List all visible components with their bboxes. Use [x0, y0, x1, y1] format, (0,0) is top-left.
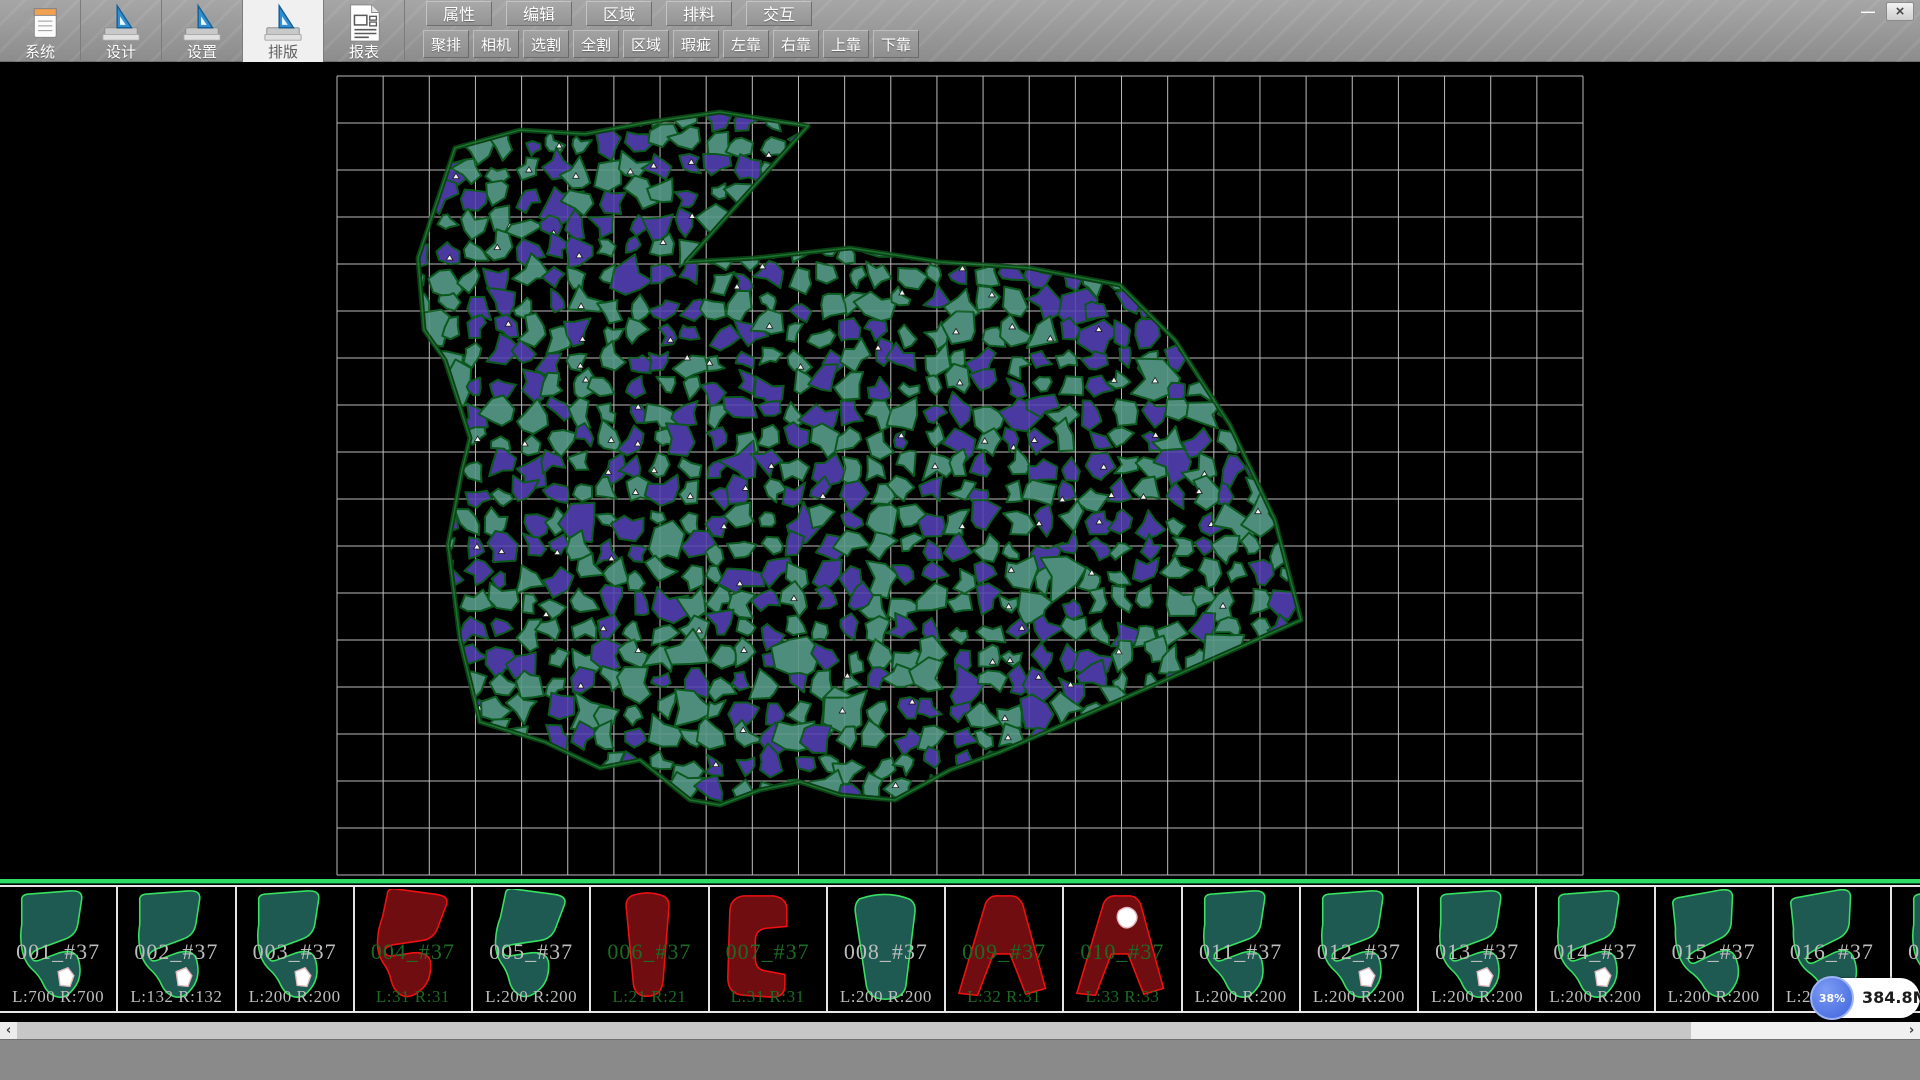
app-button-4[interactable]: 排版	[243, 0, 324, 62]
menu-tab-2[interactable]: 编辑	[506, 1, 572, 26]
menu-tabs: 属性编辑区域排料交互	[426, 1, 812, 26]
action-button-4[interactable]: 全割	[573, 30, 619, 58]
piece-thumbnail-014_#37[interactable]: 014_#37 L:200 R:200	[1537, 887, 1655, 1011]
piece-counts-label: L:200 R:200	[1656, 987, 1772, 1007]
toolbar: 系统 设计 设置 排版 报表 属性编辑区域排料交互 聚排相机选割全割区域瑕疵左靠…	[0, 0, 1920, 62]
menu-tab-1[interactable]: 属性	[426, 1, 492, 26]
system-icon	[19, 2, 61, 44]
app-launcher-bar: 系统 设计 设置 排版 报表	[0, 0, 405, 62]
app-button-label: 排版	[243, 44, 323, 60]
piece-id-label: 006_#37	[591, 939, 707, 965]
close-button[interactable]: ×	[1886, 2, 1914, 21]
piece-id-label: 001_#37	[0, 939, 116, 965]
piece-counts-label: L:31 R:31	[710, 987, 826, 1007]
piece-counts-label: L:200 R:200	[237, 987, 353, 1007]
piece-counts-label: L:700 R:700	[0, 987, 116, 1007]
app-button-2[interactable]: 设计	[81, 0, 162, 62]
piece-id-label: 016_#37	[1774, 939, 1890, 965]
piece-id-label: 007_#37	[710, 939, 826, 965]
action-button-10[interactable]: 下靠	[873, 30, 919, 58]
piece-thumbnail-005_#37[interactable]: 005_#37 L:200 R:200	[473, 887, 591, 1011]
horizontal-scrollbar[interactable]: ‹ ›	[0, 1022, 1920, 1039]
scroll-right-button[interactable]: ›	[1903, 1022, 1920, 1039]
piece-id-label: 003_#37	[237, 939, 353, 965]
report-icon	[343, 2, 385, 44]
action-buttons: 聚排相机选割全割区域瑕疵左靠右靠上靠下靠	[423, 30, 919, 58]
piece-counts-label: L:200 R:200	[1537, 987, 1653, 1007]
memory-value: 384.8M	[1862, 978, 1918, 1018]
menu-tab-4[interactable]: 排料	[666, 1, 732, 26]
strip-separator	[0, 879, 1920, 883]
piece-thumbnail-007_#37[interactable]: 007_#37 L:31 R:31	[710, 887, 828, 1011]
piece-id-label: 002_#37	[118, 939, 234, 965]
piece-thumbnail-013_#37[interactable]: 013_#37 L:200 R:200	[1419, 887, 1537, 1011]
piece-counts-label: L:31 R:31	[355, 987, 471, 1007]
piece-id-label: 015_#37	[1656, 939, 1772, 965]
progress-circle: 38%	[1810, 976, 1854, 1020]
piece-thumbnail-015_#37[interactable]: 015_#37 L:200 R:200	[1656, 887, 1774, 1011]
minimize-button[interactable]: —	[1854, 2, 1882, 21]
piece-counts-label: L:200 R:200	[1419, 987, 1535, 1007]
layout-icon	[262, 2, 304, 44]
application-window: 系统 设计 设置 排版 报表 属性编辑区域排料交互 聚排相机选割全割区域瑕疵左靠…	[0, 0, 1920, 1080]
piece-thumbnail-004_#37[interactable]: 004_#37 L:31 R:31	[355, 887, 473, 1011]
piece-thumbnail-003_#37[interactable]: 003_#37 L:200 R:200	[237, 887, 355, 1011]
app-button-5[interactable]: 报表	[324, 0, 405, 62]
action-button-2[interactable]: 相机	[473, 30, 519, 58]
piece-id-label: 014_#37	[1537, 939, 1653, 965]
window-controls: — ×	[1854, 2, 1914, 21]
app-button-label: 设置	[162, 44, 242, 60]
action-button-1[interactable]: 聚排	[423, 30, 469, 58]
app-button-label: 设计	[81, 44, 161, 60]
app-button-3[interactable]: 设置	[162, 0, 243, 62]
design-icon	[100, 2, 142, 44]
action-button-8[interactable]: 右靠	[773, 30, 819, 58]
action-button-6[interactable]: 瑕疵	[673, 30, 719, 58]
piece-thumbnail-001_#37[interactable]: 001_#37 L:700 R:700	[0, 887, 118, 1011]
piece-thumbnail-006_#37[interactable]: 006_#37 L:21 R:21	[591, 887, 709, 1011]
nesting-canvas-svg[interactable]	[0, 62, 1920, 880]
piece-thumbnail-009_#37[interactable]: 009_#37 L:32 R:31	[946, 887, 1064, 1011]
piece-counts-label: L:33 R:33	[1064, 987, 1180, 1007]
app-button-1[interactable]: 系统	[0, 0, 81, 62]
piece-counts-label: L:200 R:200	[828, 987, 944, 1007]
menu-tab-3[interactable]: 区域	[586, 1, 652, 26]
piece-id-label: 011_#37	[1183, 939, 1299, 965]
app-button-label: 系统	[0, 44, 80, 60]
piece-id-label: 004_#37	[355, 939, 471, 965]
piece-thumbnail-002_#37[interactable]: 002_#37 L:132 R:132	[118, 887, 236, 1011]
piece-counts-label: L:200 R:200	[1301, 987, 1417, 1007]
action-button-3[interactable]: 选割	[523, 30, 569, 58]
settings-icon	[181, 2, 223, 44]
piece-thumbnail-011_#37[interactable]: 011_#37 L:200 R:200	[1183, 887, 1301, 1011]
piece-counts-label: L:32 R:31	[946, 987, 1062, 1007]
nesting-canvas[interactable]	[0, 62, 1920, 880]
progress-value: 38%	[1819, 992, 1845, 1005]
piece-id-label: 013_#37	[1419, 939, 1535, 965]
piece-thumbnail-010_#37[interactable]: 010_#37 L:33 R:33	[1064, 887, 1182, 1011]
piece-id-label: 008_#37	[828, 939, 944, 965]
action-button-5[interactable]: 区域	[623, 30, 669, 58]
piece-thumbnail-012_#37[interactable]: 012_#37 L:200 R:200	[1301, 887, 1419, 1011]
scrollbar-thumb[interactable]	[17, 1022, 1691, 1039]
piece-id-label: 005_#37	[473, 939, 589, 965]
pieces-strip: 001_#37L:700 R:700002_#37L:132 R:132003_…	[0, 885, 1920, 1013]
action-button-7[interactable]: 左靠	[723, 30, 769, 58]
piece-counts-label: L:132 R:132	[118, 987, 234, 1007]
piece-id-label: 017_#37	[1892, 939, 1920, 965]
piece-thumbnail-008_#37[interactable]: 008_#37 L:200 R:200	[828, 887, 946, 1011]
memory-badge: 384.8M 38%	[1810, 976, 1920, 1020]
piece-counts-label: L:200 R:200	[1183, 987, 1299, 1007]
piece-id-label: 010_#37	[1064, 939, 1180, 965]
app-button-label: 报表	[324, 44, 404, 60]
piece-id-label: 009_#37	[946, 939, 1062, 965]
menu-tab-5[interactable]: 交互	[746, 1, 812, 26]
status-bar	[0, 1039, 1920, 1080]
piece-counts-label: L:21 R:21	[591, 987, 707, 1007]
scroll-left-button[interactable]: ‹	[0, 1022, 17, 1039]
piece-id-label: 012_#37	[1301, 939, 1417, 965]
action-button-9[interactable]: 上靠	[823, 30, 869, 58]
piece-counts-label: L:200 R:200	[473, 987, 589, 1007]
